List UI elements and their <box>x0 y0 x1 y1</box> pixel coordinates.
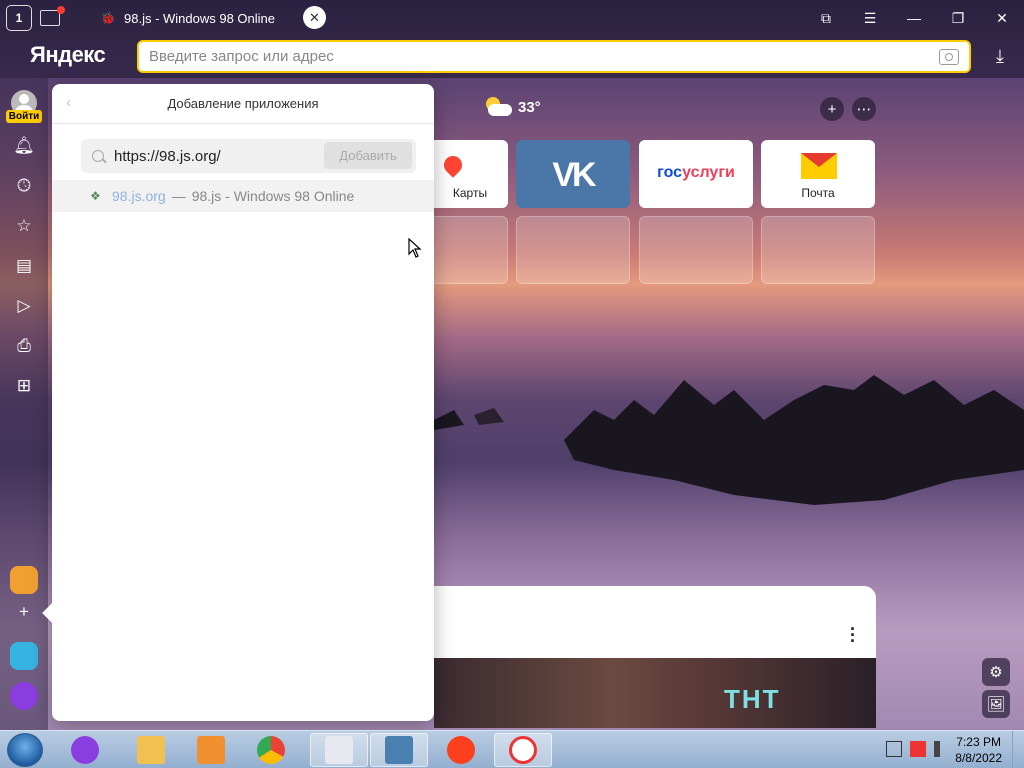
show-desktop-button[interactable] <box>1012 731 1024 768</box>
history-icon[interactable]: 🕓︎ <box>12 174 36 198</box>
system-tray <box>886 741 950 757</box>
suggestion-item[interactable]: ❖ 98.js.org — 98.js - Windows 98 Online <box>52 180 434 212</box>
weather-cloud-icon <box>484 96 512 118</box>
tile-mail[interactable]: Почта <box>761 140 875 208</box>
tile-maps-label: Карты <box>452 186 488 200</box>
tab-98js[interactable]: 🐞 98.js - Windows 98 Online <box>88 4 338 32</box>
video-icon[interactable]: ▷ <box>12 294 36 318</box>
tab-close-button[interactable]: ✕ <box>303 6 326 29</box>
yandex-logo[interactable]: Яндекс <box>30 42 106 68</box>
omnibox[interactable] <box>137 40 971 73</box>
feed-more-icon[interactable]: · · · <box>850 620 856 650</box>
clock-time: 7:23 PM <box>956 735 1001 749</box>
feed-card[interactable]: · · · <box>434 586 876 658</box>
sidebar: Войти 🔔︎ 🕓︎ ☆ ▤ ▷ ⎙ ⊞ + <box>0 78 48 730</box>
suggestion-title: 98.js - Windows 98 Online <box>191 188 355 204</box>
chrome-icon[interactable] <box>242 733 300 767</box>
star-icon[interactable]: ☆ <box>12 214 36 238</box>
tile-empty[interactable] <box>761 216 875 284</box>
clock[interactable]: 7:23 PM 8/8/2022 <box>955 734 1002 766</box>
network-icon[interactable] <box>886 741 902 757</box>
vk-logo: VK <box>552 156 596 194</box>
apps-icon[interactable]: ⊞ <box>12 374 36 398</box>
photos-icon[interactable] <box>370 733 428 767</box>
close-icon[interactable]: ✕ <box>980 0 1024 36</box>
weather-temperature: 33° <box>518 98 541 116</box>
settings-gear-icon[interactable]: ⚙ <box>982 658 1010 686</box>
mail-icon <box>801 153 837 179</box>
yandex-icon[interactable] <box>432 733 490 767</box>
feed-image[interactable] <box>434 658 876 728</box>
gosuslugi-logo: госуслуги <box>657 164 735 181</box>
taskbar: 7:23 PM 8/8/2022 <box>0 730 1024 768</box>
media-player-icon[interactable] <box>182 733 240 767</box>
suggestion-domain: 98.js.org <box>112 188 166 204</box>
globe-icon: 🐞 <box>100 11 116 25</box>
alice-app-icon[interactable] <box>10 682 38 710</box>
paint-icon[interactable] <box>310 733 368 767</box>
mouse-cursor-icon <box>408 238 422 258</box>
app-url-field[interactable]: Добавить <box>81 139 416 173</box>
zen-app-icon[interactable] <box>10 642 38 670</box>
camera-icon[interactable] <box>939 48 959 65</box>
add-button[interactable]: Добавить <box>324 142 412 169</box>
bell-icon[interactable]: 🔔︎ <box>12 134 36 158</box>
add-tile-button[interactable]: + <box>820 97 844 121</box>
more-options-button[interactable]: ⋯ <box>852 97 876 121</box>
back-chevron-icon[interactable]: ‹ <box>66 94 71 112</box>
site-favicon-icon: ❖ <box>90 189 101 203</box>
search-icon <box>92 150 104 162</box>
title-bar: 1 🐞 98.js - Windows 98 Online ✕ ⧉ ☰ — ❐ … <box>0 0 1024 36</box>
address-bar-row: Яндекс ⤓ <box>0 36 1024 78</box>
collections-icon[interactable]: ▤ <box>12 254 36 278</box>
start-button[interactable] <box>7 733 43 767</box>
map-pin-icon <box>440 152 466 178</box>
yandex-browser-icon[interactable] <box>494 733 552 767</box>
new-tab-icon[interactable] <box>40 6 65 28</box>
volume-icon[interactable] <box>934 741 950 757</box>
mountain-silhouette <box>434 375 1024 505</box>
tile-gosuslugi[interactable]: госуслуги <box>639 140 753 208</box>
mail-app-icon[interactable] <box>10 566 38 594</box>
app-url-input[interactable] <box>114 147 314 165</box>
screenshot-icon[interactable]: ⎙ <box>12 334 36 358</box>
tab-counter-button[interactable]: 1 <box>6 5 32 31</box>
flag-icon[interactable] <box>910 741 926 757</box>
tile-empty[interactable] <box>516 216 630 284</box>
tile-empty[interactable] <box>639 216 753 284</box>
tile-mail-label: Почта <box>801 186 835 200</box>
clock-date: 8/8/2022 <box>955 751 1002 765</box>
alice-icon[interactable] <box>56 733 114 767</box>
tnt-logo: ТНТ <box>724 684 781 714</box>
panel-title: Добавление приложения <box>167 96 319 111</box>
omnibox-input[interactable] <box>149 48 939 65</box>
restore-icon[interactable]: ❐ <box>936 0 980 36</box>
tile-vk[interactable]: VK <box>516 140 630 208</box>
suggestion-separator: — <box>171 188 186 204</box>
menu-icon[interactable]: ☰ <box>848 0 892 36</box>
gallery-icon[interactable]: 🖼︎ <box>982 690 1010 718</box>
add-app-icon[interactable]: + <box>12 600 36 624</box>
bookmarks-icon[interactable]: ⧉ <box>804 0 848 36</box>
minimize-icon[interactable]: — <box>892 0 936 36</box>
weather-widget[interactable]: 33° <box>484 96 541 118</box>
explorer-icon[interactable] <box>122 733 180 767</box>
add-app-panel: ‹ Добавление приложения Добавить ❖ 98.js… <box>42 84 434 721</box>
download-icon[interactable]: ⤓ <box>990 46 1010 68</box>
login-button[interactable]: Войти <box>6 110 42 123</box>
